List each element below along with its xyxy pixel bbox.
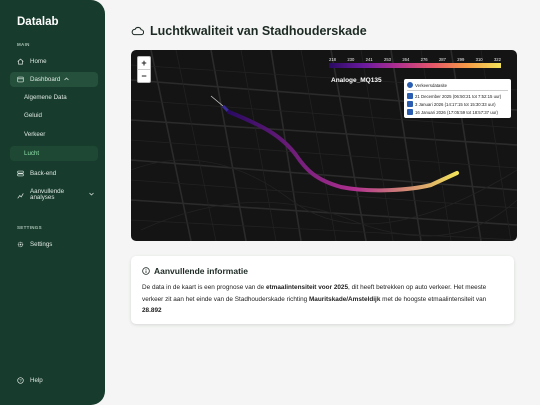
legend-tick: 218 xyxy=(329,57,336,62)
nav-label-lucht: Lucht xyxy=(24,150,40,157)
info-bold-2: Mauritskade/Amsteldijk xyxy=(308,295,381,303)
nav-label-dashboard: Dashboard xyxy=(30,76,61,83)
checkbox-range-2[interactable] xyxy=(407,101,413,107)
legend-title: Analoge_MQ135 xyxy=(331,77,382,84)
legend-gradient xyxy=(329,63,501,68)
info-card-title-text: Aanvullende informatie xyxy=(154,266,248,276)
layer-range-2[interactable]: 3 Januari 2026 (14:17:15 tot 15:30:33 uu… xyxy=(407,100,508,108)
legend-tick: 276 xyxy=(420,57,428,62)
home-icon xyxy=(17,58,26,65)
radio-base-layer[interactable] xyxy=(407,82,413,88)
legend-tick: 230 xyxy=(347,57,355,62)
nav-item-settings[interactable]: Settings xyxy=(10,237,98,252)
nav-item-backend[interactable]: Back-end xyxy=(10,166,98,181)
zoom-in-button[interactable]: + xyxy=(138,57,150,69)
checkbox-range-1[interactable] xyxy=(407,93,413,99)
nav-label-home: Home xyxy=(30,58,47,65)
nav-item-lucht[interactable]: Lucht xyxy=(10,146,98,161)
legend-tick: 310 xyxy=(475,57,483,62)
nav-label-algemene-data: Algemene Data xyxy=(24,94,67,101)
nav-item-home[interactable]: Home xyxy=(10,54,98,69)
info-text-1: De data in de kaart is een prognose van … xyxy=(142,284,266,291)
color-legend: 218 230 241 253 264 276 287 299 310 322 xyxy=(329,57,501,68)
help-icon: ? xyxy=(17,377,26,384)
legend-ticks: 218 230 241 253 264 276 287 299 310 322 xyxy=(329,57,501,62)
layer-range-1-label: 21 December 2025 (06:50:21 tot 7:52:15 u… xyxy=(415,93,502,99)
nav-label-backend: Back-end xyxy=(30,170,57,177)
info-card-title: Aanvullende informatie xyxy=(142,266,248,276)
legend-tick: 287 xyxy=(438,57,446,62)
layer-base[interactable]: Verkeersdatasite xyxy=(407,81,508,89)
layer-range-3[interactable]: 16 Januari 2026 (17:05:59 tot 18:57:37 u… xyxy=(407,108,508,116)
nav-item-verkeer[interactable]: Verkeer xyxy=(10,127,98,142)
nav-label-verkeer: Verkeer xyxy=(24,131,46,138)
layer-divider xyxy=(407,90,508,91)
layer-range-3-label: 16 Januari 2026 (17:05:59 tot 18:57:37 u… xyxy=(415,109,498,115)
info-bold-3: 28.892 xyxy=(142,307,162,314)
info-bold-1: etmaalintensiteit voor 2025 xyxy=(266,284,349,291)
info-card-body: De data in de kaart is een prognose van … xyxy=(142,282,506,317)
nav-item-analyses[interactable]: Aanvullende analyses xyxy=(10,186,98,204)
info-icon xyxy=(142,267,150,275)
layer-range-2-label: 3 Januari 2026 (14:17:15 tot 15:30:33 uu… xyxy=(415,101,496,107)
cloud-icon xyxy=(131,26,144,36)
main-content: Luchtkwaliteit van Stadhouderskade + − 2… xyxy=(131,0,517,405)
layer-range-1[interactable]: 21 December 2025 (06:50:21 tot 7:52:15 u… xyxy=(407,92,508,100)
database-icon xyxy=(17,170,26,177)
legend-tick: 253 xyxy=(383,57,391,62)
info-text-3: met de hoogste etmaalintensiteit van xyxy=(380,295,487,303)
nav-item-help[interactable]: ? Help xyxy=(10,373,98,388)
page-title-text: Luchtkwaliteit van Stadhouderskade xyxy=(150,24,367,38)
nav-item-dashboard[interactable]: Dashboard xyxy=(10,72,98,87)
nav-item-algemene-data[interactable]: Algemene Data xyxy=(10,90,98,105)
nav-label-analyses: Aanvullende analyses xyxy=(30,187,65,201)
layer-control: Verkeersdatasite 21 December 2025 (06:50… xyxy=(404,79,511,118)
layer-base-label: Verkeersdatasite xyxy=(415,82,448,88)
legend-tick: 264 xyxy=(402,57,410,62)
nav-label-geluid: Geluid xyxy=(24,112,42,119)
svg-text:?: ? xyxy=(19,378,22,383)
zoom-out-button[interactable]: − xyxy=(138,69,150,82)
zoom-control: + − xyxy=(137,56,151,83)
map-view[interactable]: + − 218 230 241 253 264 276 287 299 310 322 Analo… xyxy=(131,50,517,241)
sidebar: Datalab MAIN Home Dashboard Algemene Dat… xyxy=(0,0,105,405)
nav-item-geluid[interactable]: Geluid xyxy=(10,108,98,123)
nav-label-help: Help xyxy=(30,377,43,384)
chevron-down-icon xyxy=(89,192,94,198)
legend-tick: 241 xyxy=(365,57,373,62)
info-card: Aanvullende informatie De data in de kaa… xyxy=(131,256,514,324)
legend-tick: 322 xyxy=(493,57,501,62)
gear-icon xyxy=(17,241,26,248)
brand-logo: Datalab xyxy=(17,16,59,28)
legend-tick: 299 xyxy=(457,57,465,62)
chevron-up-icon xyxy=(64,77,70,83)
section-label-main: MAIN xyxy=(17,42,30,47)
dashboard-icon xyxy=(17,76,26,83)
nav-label-settings: Settings xyxy=(30,241,53,248)
page-title: Luchtkwaliteit van Stadhouderskade xyxy=(131,24,367,38)
analytics-icon xyxy=(17,192,26,199)
checkbox-range-3[interactable] xyxy=(407,109,413,115)
section-label-settings: SETTINGS xyxy=(17,225,42,230)
